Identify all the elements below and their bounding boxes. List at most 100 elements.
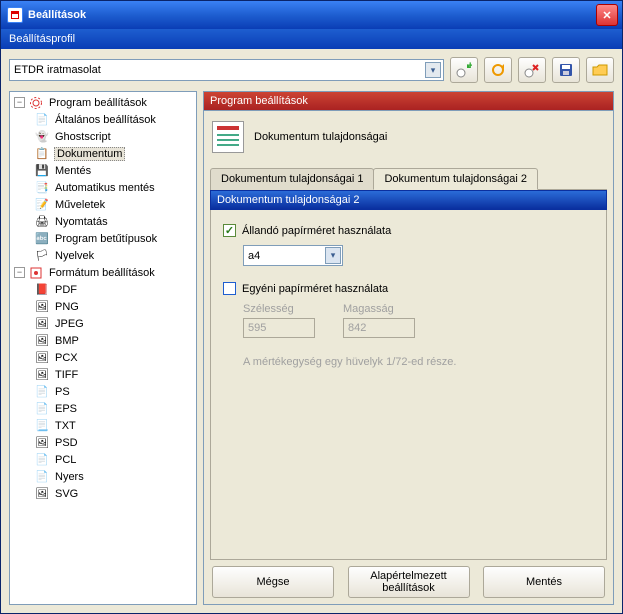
psd-icon: 🖼 xyxy=(34,436,50,450)
tree-root-format[interactable]: − Formátum beállítások xyxy=(12,264,194,281)
fixed-paper-checkbox[interactable]: ✓ xyxy=(223,224,236,237)
gear-icon xyxy=(28,96,44,110)
tree-item-general[interactable]: 📄Általános beállítások xyxy=(12,111,194,128)
paper-size-value: a4 xyxy=(248,250,260,262)
eps-icon: 📄 xyxy=(34,402,50,416)
tree-item-tiff[interactable]: 🖼TIFF xyxy=(12,366,194,383)
subheader: Beállításprofil xyxy=(1,29,622,49)
refresh-profile-button[interactable] xyxy=(484,57,512,83)
height-label: Magasság xyxy=(343,303,415,315)
tree-item-ps[interactable]: 📄PS xyxy=(12,383,194,400)
tree-item-pcl[interactable]: 📄PCL xyxy=(12,451,194,468)
save-button[interactable]: Mentés xyxy=(483,566,605,598)
tree-item-autosave[interactable]: 📑Automatikus mentés xyxy=(12,179,194,196)
section-header: Program beállítások xyxy=(203,91,614,110)
txt-icon: 📃 xyxy=(34,419,50,433)
actions-icon: 📝 xyxy=(34,198,50,212)
tree-item-ghostscript[interactable]: 👻Ghostscript xyxy=(12,128,194,145)
tree-item-actions[interactable]: 📝Műveletek xyxy=(12,196,194,213)
refresh-icon xyxy=(490,62,506,78)
collapse-icon[interactable]: − xyxy=(14,267,25,278)
button-row: Mégse Alapértelmezett beállítások Mentés xyxy=(210,560,607,598)
cancel-button[interactable]: Mégse xyxy=(212,566,334,598)
format-icon xyxy=(28,266,44,280)
defaults-button[interactable]: Alapértelmezett beállítások xyxy=(348,566,470,598)
tree-item-bmp[interactable]: 🖼BMP xyxy=(12,332,194,349)
tab-doc-props-2[interactable]: Dokumentum tulajdonságai 2 xyxy=(373,168,537,190)
settings-tree[interactable]: − Program beállítások 📄Általános beállít… xyxy=(9,91,197,605)
right-pane: Program beállítások Dokumentum tulajdons… xyxy=(203,91,614,605)
tree-item-jpeg[interactable]: 🖼JPEG xyxy=(12,315,194,332)
fixed-paper-label: Állandó papírméret használata xyxy=(242,225,391,237)
tree-item-pdf[interactable]: 📕PDF xyxy=(12,281,194,298)
bmp-icon: 🖼 xyxy=(34,334,50,348)
doc-title: Dokumentum tulajdonságai xyxy=(254,131,387,143)
tree-item-eps[interactable]: 📄EPS xyxy=(12,400,194,417)
tab-doc-props-1[interactable]: Dokumentum tulajdonságai 1 xyxy=(210,168,374,190)
floppy-icon: 💾 xyxy=(34,164,50,178)
tiff-icon: 🖼 xyxy=(34,368,50,382)
tree-item-txt[interactable]: 📃TXT xyxy=(12,417,194,434)
delete-profile-button[interactable] xyxy=(518,57,546,83)
collapse-icon[interactable]: − xyxy=(14,97,25,108)
panel-header: Dokumentum tulajdonságai 2 xyxy=(210,190,607,210)
page-icon: 📄 xyxy=(34,113,50,127)
new-profile-button[interactable]: + xyxy=(450,57,478,83)
tree-root-program[interactable]: − Program beállítások xyxy=(12,94,194,111)
pcx-icon: 🖼 xyxy=(34,351,50,365)
ghost-icon: 👻 xyxy=(34,130,50,144)
floppy-icon xyxy=(558,62,574,78)
custom-paper-checkbox[interactable]: ✓ xyxy=(223,282,236,295)
width-label: Szélesség xyxy=(243,303,315,315)
close-button[interactable]: ✕ xyxy=(596,4,618,26)
custom-paper-label: Egyéni papírméret használata xyxy=(242,283,388,295)
width-input[interactable] xyxy=(243,318,315,338)
tree-item-save[interactable]: 💾Mentés xyxy=(12,162,194,179)
svg-text:+: + xyxy=(467,62,472,72)
printer-icon: 🖨 xyxy=(34,215,50,229)
panel-body: ✓ Állandó papírméret használata a4 ▾ ✓ E… xyxy=(210,210,607,560)
pdf-icon: 📕 xyxy=(34,283,50,297)
svg-icon: 🖼 xyxy=(34,487,50,501)
png-icon: 🖼 xyxy=(34,300,50,314)
autosave-icon: 📑 xyxy=(34,181,50,195)
height-input[interactable] xyxy=(343,318,415,338)
save-profile-button[interactable] xyxy=(552,57,580,83)
pcl-icon: 📄 xyxy=(34,453,50,467)
tree-item-psd[interactable]: 🖼PSD xyxy=(12,434,194,451)
custom-paper-row: ✓ Egyéni papírméret használata xyxy=(223,282,594,295)
unit-hint: A mértékegység egy hüvelyk 1/72-ed része… xyxy=(243,356,594,368)
app-icon xyxy=(7,7,23,23)
doc-title-row: Dokumentum tulajdonságai xyxy=(210,117,607,163)
tree-item-languages[interactable]: 🏳Nyelvek xyxy=(12,247,194,264)
titlebar: Beállítások ✕ xyxy=(1,1,622,29)
tree-item-png[interactable]: 🖼PNG xyxy=(12,298,194,315)
folder-icon xyxy=(592,62,608,78)
paper-size-select[interactable]: a4 ▾ xyxy=(243,245,343,266)
raw-icon: 📄 xyxy=(34,470,50,484)
tabs: Dokumentum tulajdonságai 1 Dokumentum tu… xyxy=(210,167,607,190)
chevron-down-icon: ▾ xyxy=(425,62,441,78)
ps-icon: 📄 xyxy=(34,385,50,399)
settings-window: Beállítások ✕ Beállításprofil ETDR iratm… xyxy=(0,0,623,614)
delete-icon xyxy=(524,62,540,78)
fixed-paper-row: ✓ Állandó papírméret használata xyxy=(223,224,594,237)
chevron-down-icon: ▾ xyxy=(325,247,341,264)
profile-toolbar: ETDR iratmasolat ▾ + xyxy=(1,49,622,91)
jpeg-icon: 🖼 xyxy=(34,317,50,331)
window-title: Beállítások xyxy=(28,9,86,21)
plus-icon: + xyxy=(456,62,472,78)
flag-icon: 🏳 xyxy=(34,249,50,263)
document-icon: 📋 xyxy=(34,147,50,161)
profile-select[interactable]: ETDR iratmasolat ▾ xyxy=(9,59,444,81)
tree-item-document[interactable]: 📋Dokumentum xyxy=(12,145,194,162)
open-folder-button[interactable] xyxy=(586,57,614,83)
font-icon: 🔤 xyxy=(34,232,50,246)
tree-item-pcx[interactable]: 🖼PCX xyxy=(12,349,194,366)
tree-item-svg[interactable]: 🖼SVG xyxy=(12,485,194,502)
tree-item-fonts[interactable]: 🔤Program betűtípusok xyxy=(12,230,194,247)
document-properties-icon xyxy=(212,121,244,153)
tree-item-print[interactable]: 🖨Nyomtatás xyxy=(12,213,194,230)
profile-selected-value: ETDR iratmasolat xyxy=(14,64,101,76)
tree-item-raw[interactable]: 📄Nyers xyxy=(12,468,194,485)
